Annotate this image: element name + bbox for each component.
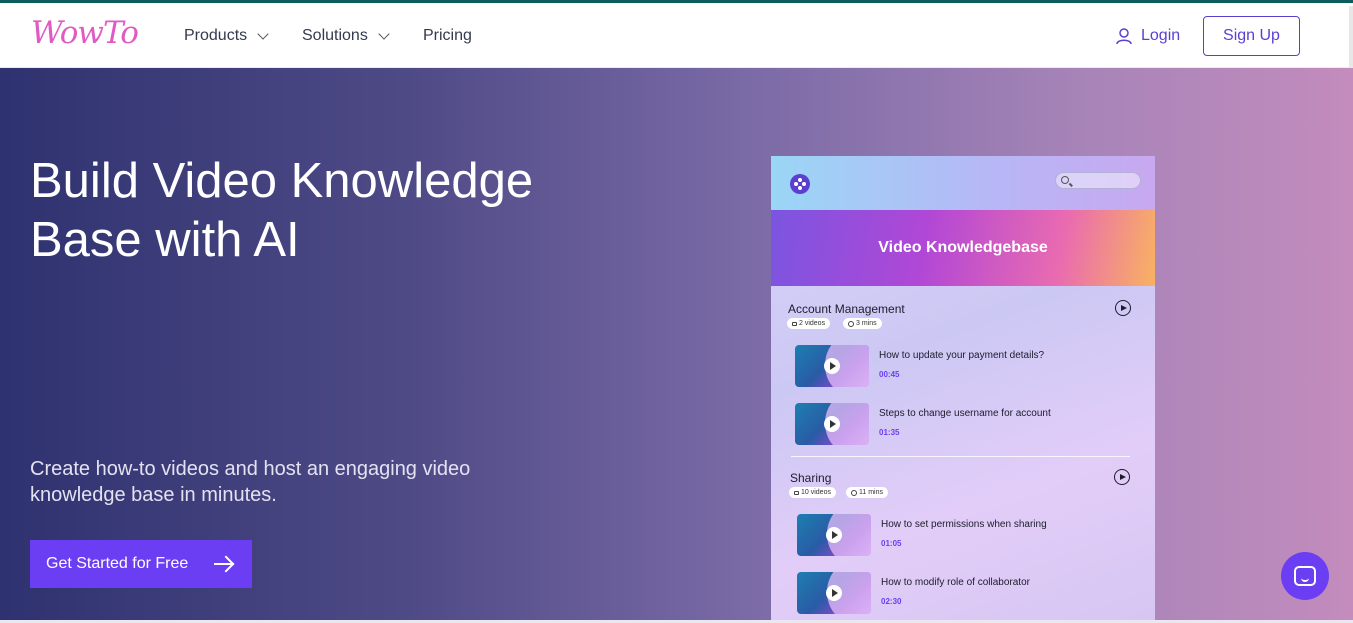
video-duration: 02:30 [881,597,902,606]
signup-button[interactable]: Sign Up [1203,16,1300,56]
clock-icon [848,320,854,327]
chat-button[interactable] [1281,552,1329,600]
video-thumbnail[interactable] [795,403,869,445]
get-started-label: Get Started for Free [46,555,189,572]
video-title: How to update your payment details? [879,350,1045,361]
video-item[interactable]: How to set permissions when sharing 01:0… [797,514,1137,556]
wowto-logo[interactable]: WowTo [31,15,139,51]
play-icon [826,585,842,601]
login-label: Login [1141,27,1181,44]
hero-section: Build Video Knowledge Base with AI Creat… [0,68,1353,623]
videos-count-badge: 10 videos [789,487,836,498]
top-navigation: WowTo Products Solutions Pricing Login S… [0,3,1353,71]
play-icon [824,358,840,374]
hero-subtitle: Create how-to videos and host an engagin… [30,458,471,506]
preview-banner-title: Video Knowledgebase [878,239,1048,256]
video-thumbnail[interactable] [797,514,871,556]
hero-title: Build Video Knowledge Base with AI [30,154,534,267]
chevron-down-icon [257,28,269,40]
login-link[interactable]: Login [1115,27,1180,45]
video-icon [794,490,799,495]
video-thumbnail[interactable] [797,572,871,614]
play-icon[interactable] [1114,469,1130,485]
chat-icon [1294,566,1316,586]
search-icon [1061,176,1069,184]
nav-products-label: Products [184,27,248,44]
preview-logo-icon [790,174,810,194]
arrow-right-icon [214,563,233,565]
video-duration: 01:05 [881,539,902,548]
chevron-down-icon [378,28,390,40]
preview-header [771,156,1155,210]
play-icon [826,527,842,543]
videos-count-badge: 2 videos [787,318,831,329]
preview-banner: Video Knowledgebase [771,210,1155,286]
duration-badge: 3 mins [843,318,882,329]
play-icon[interactable] [1115,300,1131,316]
user-icon [1116,28,1132,45]
section-divider [791,456,1130,457]
clock-icon [851,489,857,496]
video-item[interactable]: Steps to change username for account 01:… [795,403,1135,445]
video-title: How to modify role of collaborator [881,577,1030,588]
video-duration: 01:35 [879,428,900,437]
videos-count-text: 2 videos [799,320,826,327]
video-icon [792,321,797,326]
preview-search-input[interactable] [1055,172,1141,189]
videos-count-text: 10 videos [801,489,831,496]
scrollbar[interactable] [1349,6,1353,71]
section-title: Sharing [790,471,832,485]
video-thumbnail[interactable] [795,345,869,387]
nav-products[interactable]: Products [184,27,269,45]
video-item[interactable]: How to modify role of collaborator 02:30 [797,572,1137,614]
nav-solutions-label: Solutions [302,27,368,44]
video-title: How to set permissions when sharing [881,519,1047,530]
video-duration: 00:45 [879,370,900,379]
duration-text: 3 mins [856,320,877,327]
duration-badge: 11 mins [846,487,888,498]
video-title: Steps to change username for account [879,408,1051,419]
knowledgebase-preview: Video Knowledgebase Account Management 2… [771,156,1155,623]
nav-pricing-label: Pricing [423,27,472,44]
play-icon [824,416,840,432]
nav-solutions[interactable]: Solutions [302,27,390,45]
get-started-button[interactable]: Get Started for Free [30,540,252,588]
nav-pricing[interactable]: Pricing [423,27,472,45]
duration-text: 11 mins [859,489,883,496]
section-title: Account Management [788,302,905,316]
video-item[interactable]: How to update your payment details? 00:4… [795,345,1135,387]
